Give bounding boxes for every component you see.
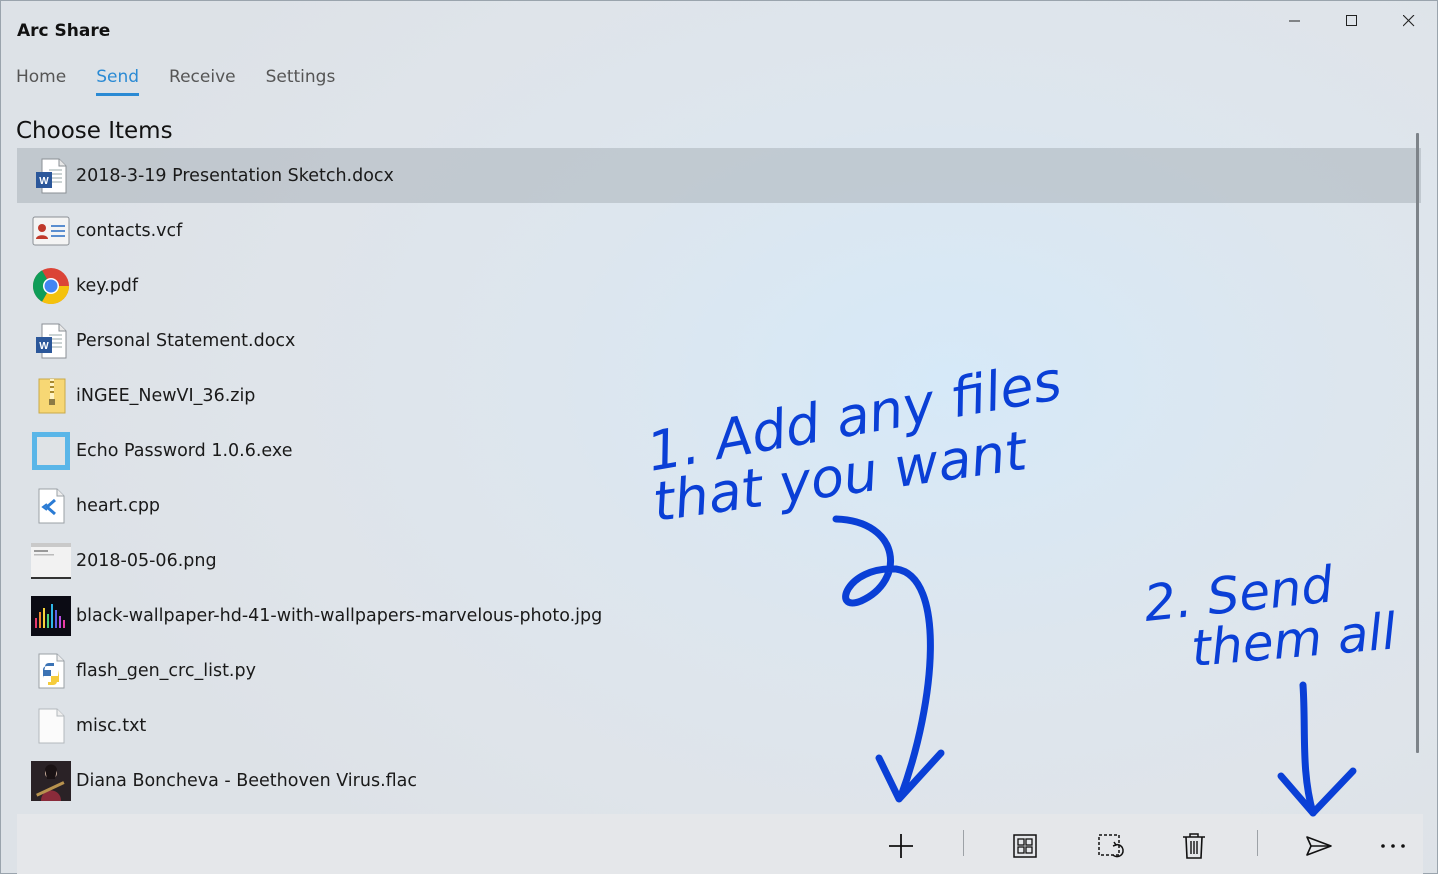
- tab-receive[interactable]: Receive: [169, 67, 236, 93]
- nav-tabs: Home Send Receive Settings: [16, 67, 365, 96]
- file-name: flash_gen_crc_list.py: [76, 660, 256, 681]
- file-list-item[interactable]: black-wallpaper-hd-41-with-wallpapers-ma…: [17, 588, 1421, 643]
- clear-selection-button[interactable]: [1087, 826, 1135, 866]
- clear-selection-icon: [1098, 834, 1124, 858]
- svg-text:W: W: [39, 341, 49, 352]
- send-button[interactable]: [1295, 826, 1343, 866]
- file-name: key.pdf: [76, 275, 139, 296]
- close-icon: [1402, 15, 1414, 27]
- file-name: iNGEE_NewVI_36.zip: [76, 385, 256, 406]
- maximize-icon: [1345, 15, 1357, 26]
- window-controls: [1266, 1, 1437, 41]
- tab-settings[interactable]: Settings: [266, 67, 336, 93]
- file-list-item[interactable]: 2018-05-06.png: [17, 533, 1421, 588]
- file-list-item[interactable]: W Personal Statement.docx: [17, 313, 1421, 368]
- file-list-item[interactable]: Echo Password 1.0.6.exe: [17, 423, 1421, 478]
- chrome-icon: [31, 266, 71, 306]
- file-list-item[interactable]: iNGEE_NewVI_36.zip: [17, 368, 1421, 423]
- file-list-item[interactable]: key.pdf: [17, 258, 1421, 313]
- file-name: Echo Password 1.0.6.exe: [76, 440, 293, 461]
- word-document-icon: W: [31, 156, 71, 196]
- select-all-button[interactable]: [1001, 826, 1049, 866]
- vscode-file-icon: [31, 486, 71, 526]
- file-name: black-wallpaper-hd-41-with-wallpapers-ma…: [76, 605, 603, 626]
- image-thumbnail-icon: [31, 541, 71, 581]
- send-icon: [1306, 836, 1332, 856]
- file-list-item[interactable]: W 2018-3-19 Presentation Sketch.docx: [17, 148, 1421, 203]
- file-name: 2018-05-06.png: [76, 550, 217, 571]
- tab-home[interactable]: Home: [16, 67, 66, 93]
- more-button[interactable]: [1369, 826, 1417, 866]
- select-all-icon: [1013, 834, 1037, 858]
- word-document-icon: W: [31, 321, 71, 361]
- plus-icon: [889, 834, 913, 858]
- file-list-item[interactable]: flash_gen_crc_list.py: [17, 643, 1421, 698]
- trash-icon: [1183, 833, 1205, 859]
- maximize-button[interactable]: [1323, 1, 1380, 41]
- file-name: 2018-3-19 Presentation Sketch.docx: [76, 165, 394, 186]
- zip-folder-icon: [31, 376, 71, 416]
- delete-button[interactable]: [1170, 826, 1218, 866]
- minimize-icon: [1288, 20, 1300, 22]
- wallpaper-thumbnail-icon: [31, 595, 71, 636]
- file-list-item[interactable]: heart.cpp: [17, 478, 1421, 533]
- app-title: Arc Share: [17, 21, 111, 41]
- command-separator: [963, 830, 964, 856]
- file-name: Diana Boncheva - Beethoven Virus.flac: [76, 770, 418, 791]
- file-name: contacts.vcf: [76, 220, 183, 241]
- command-bar: [17, 814, 1423, 874]
- close-button[interactable]: [1380, 1, 1437, 41]
- app-window: Arc Share Home Send Receive Settings Cho…: [0, 0, 1438, 874]
- minimize-button[interactable]: [1266, 1, 1323, 41]
- section-title: Choose Items: [16, 118, 173, 144]
- command-separator: [1257, 830, 1258, 856]
- add-button[interactable]: [877, 826, 925, 866]
- file-name: heart.cpp: [76, 495, 161, 516]
- app-exe-icon: [31, 431, 71, 471]
- svg-text:W: W: [39, 176, 49, 187]
- file-name: misc.txt: [76, 715, 147, 736]
- file-list: W 2018-3-19 Presentation Sketch.docx con…: [17, 148, 1421, 808]
- file-list-item[interactable]: misc.txt: [17, 698, 1421, 753]
- file-list-item[interactable]: contacts.vcf: [17, 203, 1421, 258]
- contact-card-icon: [31, 211, 71, 251]
- python-file-icon: [31, 651, 71, 691]
- album-art-icon: [31, 760, 71, 801]
- file-list-item[interactable]: Diana Boncheva - Beethoven Virus.flac: [17, 753, 1421, 808]
- more-icon: [1381, 844, 1405, 848]
- file-name: Personal Statement.docx: [76, 330, 296, 351]
- tab-send[interactable]: Send: [96, 67, 139, 96]
- vertical-scrollbar[interactable]: [1416, 133, 1419, 753]
- text-file-icon: [31, 706, 71, 746]
